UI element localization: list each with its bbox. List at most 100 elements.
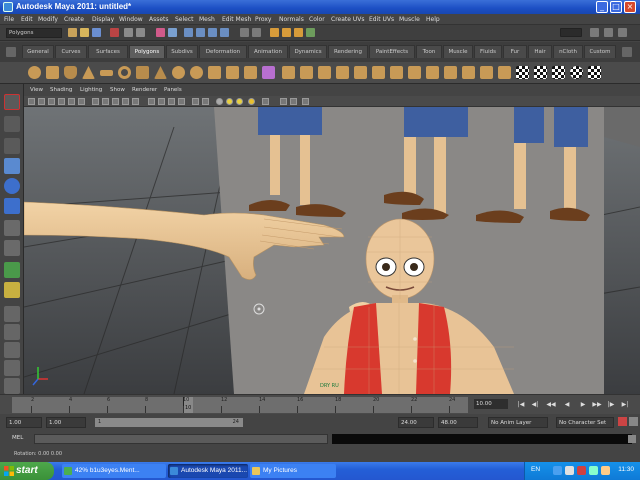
grid-toggle-icon[interactable] [68,98,75,105]
time-slider[interactable]: 2 4 6 8 10 12 14 16 18 20 22 24 10 10.00… [0,394,640,414]
shelf-options-icon[interactable] [622,47,632,57]
hypershade-layout-icon[interactable] [4,378,20,394]
menu-edit-uvs[interactable]: Edit UVs [369,16,394,23]
mirror-geometry-icon[interactable] [318,66,331,79]
open-scene-icon[interactable] [80,28,89,37]
perspective-viewport[interactable]: DRY RU [24,107,640,394]
poly-prism-icon[interactable] [136,66,149,79]
sculpt-geometry-icon[interactable] [480,66,493,79]
tab-ncloth[interactable]: nCloth [553,45,583,58]
panel-menu-show[interactable]: Show [110,87,125,93]
high-quality-icon[interactable] [248,98,255,105]
select-camera-icon[interactable] [28,98,35,105]
task-maya[interactable]: Autodesk Maya 2011... [168,464,248,478]
fill-hole-icon[interactable] [390,66,403,79]
panel-menu-view[interactable]: View [30,87,43,93]
tab-toon[interactable]: Toon [416,45,442,58]
snap-curve-icon[interactable] [196,28,205,37]
tab-dynamics[interactable]: Dynamics [289,45,327,58]
menu-edit[interactable]: Edit [21,16,33,23]
merge-vertices-icon[interactable] [444,66,457,79]
combine-icon[interactable] [244,66,257,79]
field-chart-icon[interactable] [112,98,119,105]
tab-subdivs[interactable]: Subdivs [166,45,198,58]
attribute-editor-toggle-icon[interactable] [604,28,613,37]
menu-assets[interactable]: Assets [149,16,169,23]
anim-layer-selector[interactable]: No Anim Layer [488,417,548,428]
automatic-mapping-icon[interactable] [552,66,565,79]
lasso-tool-icon[interactable] [4,116,20,132]
tray-app-icon[interactable] [553,466,562,475]
channel-box-toggle-icon[interactable] [590,28,599,37]
history-icon[interactable] [240,28,249,37]
panel-menu-lighting[interactable]: Lighting [80,87,102,93]
soft-modification-icon[interactable] [4,240,20,256]
maximize-button[interactable]: □ [610,1,622,13]
select-tool-icon[interactable] [4,94,20,110]
tab-deformation[interactable]: Deformation [199,45,247,58]
selection-mask-icon[interactable] [156,28,165,37]
tab-painteffects[interactable]: PaintEffects [369,45,415,58]
menu-edit-mesh[interactable]: Edit Mesh [222,16,251,23]
smooth-shade-icon[interactable] [158,98,165,105]
script-editor-icon[interactable] [628,435,636,443]
append-polygon-icon[interactable] [372,66,385,79]
menu-select[interactable]: Select [175,16,194,23]
isolate-select-icon[interactable] [262,98,269,105]
single-perspective-layout-icon[interactable] [4,306,20,322]
construction-history-icon[interactable] [252,28,261,37]
poly-torus-icon[interactable] [118,66,131,79]
smooth-icon[interactable] [300,66,313,79]
tab-general[interactable]: General [22,45,54,58]
wireframe-on-shaded-icon[interactable] [168,98,175,105]
uv-snapshot-icon[interactable] [570,66,583,79]
move-tool-icon[interactable] [4,158,20,174]
render-view-icon[interactable] [270,28,279,37]
menu-color[interactable]: Color [309,16,325,23]
play-forwards-button[interactable]: ▶ [578,400,588,409]
snap-plane-icon[interactable] [220,28,229,37]
menu-create-uvs[interactable]: Create UVs [331,16,364,23]
tab-custom[interactable]: Custom [584,45,616,58]
animation-end-field[interactable]: 48.00 [438,417,478,428]
ipr-render-icon[interactable] [294,28,303,37]
hardware-lighting-icon[interactable] [236,98,243,105]
menu-set-selector[interactable]: Polygons [6,28,62,38]
tray-update-icon[interactable] [601,466,610,475]
bevel-icon[interactable] [462,66,475,79]
xray-joints-icon[interactable] [280,98,287,105]
use-all-lights-icon[interactable] [216,98,223,105]
menu-proxy[interactable]: Proxy [255,16,271,23]
script-language-toggle[interactable]: MEL [12,435,23,441]
snap-grid-icon[interactable] [184,28,193,37]
panel-menu-panels[interactable]: Panels [164,87,182,93]
close-button[interactable]: × [624,1,636,13]
tab-polygons[interactable]: Polygons [129,45,165,58]
gate-mask-icon[interactable] [102,98,109,105]
planar-mapping-icon[interactable] [498,66,511,79]
menu-muscle[interactable]: Muscle [399,16,420,23]
uv-texture-editor-icon[interactable] [588,66,601,79]
shadows-icon[interactable] [226,98,233,105]
poly-cylinder-icon[interactable] [64,66,77,79]
camera-attributes-icon[interactable] [38,98,45,105]
time-slider-track[interactable]: 2 4 6 8 10 12 14 16 18 20 22 24 10 [12,397,468,413]
poly-sphere-icon[interactable] [28,66,41,79]
tray-network-icon[interactable] [565,466,574,475]
poly-cube-icon[interactable] [46,66,59,79]
persp-outliner-layout-icon[interactable] [4,342,20,358]
playback-start-field[interactable]: 1.00 [46,417,86,428]
poly-pipe-icon[interactable] [172,66,185,79]
poly-platonic-icon[interactable] [226,66,239,79]
panel-menu-shading[interactable]: Shading [50,87,72,93]
play-backwards-button[interactable]: ◀ [562,400,572,409]
scale-tool-icon[interactable] [4,198,20,214]
quick-select-field[interactable] [560,28,582,37]
last-tool-used-icon[interactable] [4,282,20,298]
select-by-object-icon[interactable] [124,28,133,37]
render-settings-icon[interactable] [306,28,315,37]
playback-range-bar[interactable]: 1 24 [94,417,244,428]
tab-rendering[interactable]: Rendering [328,45,368,58]
menu-help[interactable]: Help [426,16,440,23]
poly-cone-icon[interactable] [82,66,95,79]
